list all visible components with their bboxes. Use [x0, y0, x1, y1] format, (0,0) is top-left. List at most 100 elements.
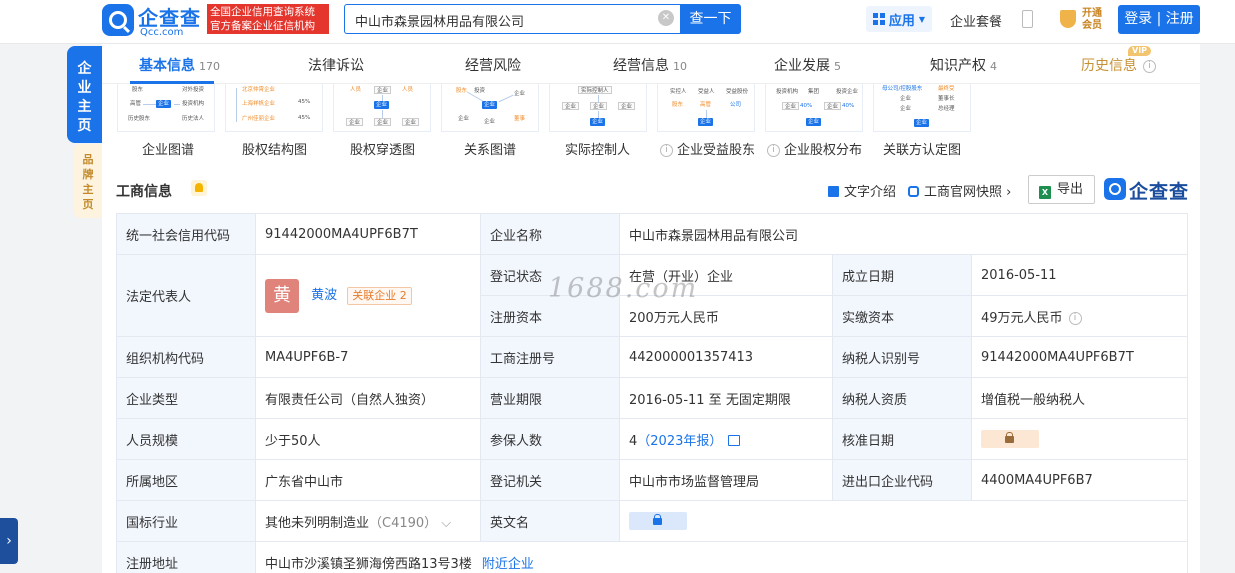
reg-authority-value: 中山市市场监督管理局 [619, 459, 833, 501]
info-icon[interactable]: i [1068, 311, 1082, 325]
graph-label: 企业股权分布 [784, 143, 863, 158]
vip-tag: VIP [1128, 46, 1152, 56]
paid-capital-label: 实缴资本 [832, 295, 972, 337]
chevron-down-icon[interactable]: ⌵ [441, 516, 451, 531]
graph-thumb-equity[interactable]: 北京仲霄企业 45% 上海祥帆企业 广州佳丽企业 45% [225, 84, 323, 132]
paid-capital-value: 49万元人民币 [981, 310, 1063, 326]
insured-label: 参保人数 [480, 418, 620, 460]
text-intro-label: 文字介绍 [844, 185, 897, 200]
related-company-badge[interactable]: 关联企业 2 [347, 286, 412, 305]
credit-code-label: 统一社会信用代码 [116, 213, 256, 255]
side-tab-company-home[interactable]: 企 业 主 页 [67, 46, 102, 143]
industry-value: 其他未列明制造业 [265, 515, 370, 531]
graph-label[interactable]: 企业图谱 [142, 139, 194, 158]
legal-rep-cell: 黄 黄波 关联企业 2 [255, 254, 481, 337]
expand-panel-handle[interactable]: › [0, 518, 18, 564]
tab-label: 企业发展 [774, 58, 830, 74]
graph-thumb-related-party[interactable]: 母公司/控股股东 最终受 企业 董事长 企业 总经理 企业 [873, 84, 971, 132]
lock-icon[interactable] [981, 430, 1039, 448]
side-brand-char: 页 [82, 198, 94, 211]
app-menu-button[interactable]: 应用 ▼ [866, 6, 932, 32]
tab-history[interactable]: 历史信息 i [1081, 55, 1156, 75]
graph-label[interactable]: 关系图谱 [464, 139, 516, 158]
avatar: 黄 [265, 278, 299, 313]
tab-legal[interactable]: 法律诉讼 [308, 55, 364, 75]
qcc-logo-icon[interactable] [102, 4, 134, 36]
graph-thumb-penetration[interactable]: 人员 企业 人员 企业 企业 企业 企业 [333, 84, 431, 132]
document-icon [828, 186, 839, 197]
qcc-brand-text: 企查查 [1129, 181, 1190, 203]
tab-basic-info[interactable]: 基本信息 170 [139, 55, 220, 75]
insured-year-link[interactable]: （2023年报） [637, 434, 722, 449]
export-button[interactable]: X 导出 [1028, 175, 1095, 204]
table-row: 注册地址 中山市沙溪镇圣狮海傍西路13号3楼 附近企业 [116, 541, 1188, 573]
industry-code: （C4190） [369, 515, 438, 531]
lock-icon[interactable] [629, 512, 687, 530]
reg-authority-label: 登记机关 [480, 459, 620, 501]
clear-search-icon[interactable]: ✕ [658, 10, 674, 26]
export-label: 导出 [1057, 182, 1084, 197]
address-cell: 中山市沙溪镇圣狮海傍西路13号3楼 附近企业 [255, 541, 1188, 573]
info-icon: i [1143, 59, 1156, 73]
search-input[interactable]: 中山市森景园林用品有限公司 [344, 4, 680, 34]
graph-thumb-controller[interactable]: 实际控制人 企业 企业 企业 企业 [549, 84, 647, 132]
tab-label: 经营风险 [465, 58, 521, 74]
graph-label[interactable]: 实际控制人 [565, 139, 630, 158]
graph-label-with-info[interactable]: i 企业股权分布 [767, 139, 862, 158]
side-main-char: 企 [77, 61, 92, 77]
tab-risk[interactable]: 经营风险 [465, 55, 521, 75]
graph-label[interactable]: 股权结构图 [242, 139, 307, 158]
grid-icon [872, 13, 885, 25]
credit-code-value: 91442000MA4UPF6B7T [255, 213, 481, 255]
main-tabs: 基本信息 170 法律诉讼 经营风险 经营信息 10 企业发展 5 知识产权 4 历史信… [102, 44, 1200, 84]
table-row: 统一社会信用代码 91442000MA4UPF6B7T 企业名称 中山市森景园林… [116, 213, 1188, 255]
side-brand-char: 主 [82, 183, 94, 196]
logo-badge-line2: 官方备案企业征信机构 [210, 20, 315, 32]
table-row: 国标行业 其他未列明制造业（C4190） ⌵ 英文名 [116, 500, 1188, 542]
text-intro-button[interactable]: 文字介绍 [828, 181, 896, 200]
graph-label[interactable]: 股权穿透图 [350, 139, 415, 158]
mobile-app-icon[interactable] [1022, 10, 1033, 28]
region-value: 广东省中山市 [255, 459, 481, 501]
nearby-companies-link[interactable]: 附近企业 [482, 557, 534, 572]
camera-icon [908, 186, 919, 197]
table-row: 所属地区 广东省中山市 登记机关 中山市市场监督管理局 进出口企业代码 4400… [116, 459, 1188, 501]
bell-icon[interactable] [191, 180, 207, 196]
vip-open-button[interactable]: 开通 会员 [1058, 6, 1110, 34]
biz-period-label: 营业期限 [480, 377, 620, 419]
graph-label-with-info[interactable]: i 企业受益股东 [660, 139, 755, 158]
snapshot-button[interactable]: 工商官网快照 › [908, 181, 1011, 200]
table-row: 人员规模 少于50人 参保人数 4（2023年报） 核准日期 [116, 418, 1188, 460]
tab-ip[interactable]: 知识产权 4 [930, 55, 997, 75]
tab-operation[interactable]: 经营信息 10 [613, 55, 687, 75]
taxpayer-qual-label: 纳税人资质 [832, 377, 972, 419]
search-button[interactable]: 查一下 [680, 4, 741, 34]
graph-thumb-beneficiary[interactable]: 实控人 受益人 受益股份 股东 高管 公司 企业 [657, 84, 755, 132]
legal-rep-label: 法定代表人 [116, 254, 256, 337]
tab-label: 法律诉讼 [308, 58, 364, 74]
graph-thumb-enterprise[interactable]: 股东 对外投资 高管 企业 投资机构 历史股东 历史法人 [117, 84, 215, 132]
approval-date-cell [971, 418, 1188, 460]
tab-development[interactable]: 企业发展 5 [774, 55, 841, 75]
reg-capital-value: 200万元人民币 [619, 295, 833, 337]
graph-label[interactable]: 关联方认定图 [883, 139, 961, 158]
taxpayer-id-value: 91442000MA4UPF6B7T [971, 336, 1188, 378]
insured-cell: 4（2023年报） [619, 418, 833, 460]
biz-reg-no-value: 442000001357413 [619, 336, 833, 378]
graph-thumb-relation[interactable]: 股东 投资 企业 企业 企业 企业 董事 [441, 84, 539, 132]
graph-thumb-distribution[interactable]: 投资机构 集团 投资企业 企业 40% 企业 40% 企业 [765, 84, 863, 132]
side-tab-brand-home[interactable]: 品 牌 主 页 [74, 144, 102, 218]
vip-shield-icon [1060, 10, 1076, 28]
found-date-label: 成立日期 [832, 254, 972, 296]
tab-count: 5 [834, 60, 841, 73]
taxpayer-qual-value: 增值税一般纳税人 [971, 377, 1188, 419]
login-register-button[interactable]: 登录 | 注册 [1118, 5, 1200, 34]
enterprise-suite-link[interactable]: 企业套餐 [950, 11, 1002, 30]
tab-label: 基本信息 [139, 58, 195, 74]
graph-label: 企业受益股东 [677, 143, 756, 158]
industry-cell[interactable]: 其他未列明制造业（C4190） ⌵ [255, 500, 481, 542]
paid-capital-cell: 49万元人民币 i [971, 295, 1188, 337]
table-row: 组织机构代码 MA4UPF6B-7 工商注册号 442000001357413 … [116, 336, 1188, 378]
legal-rep-name-link[interactable]: 黄波 [311, 288, 337, 303]
chart-icon[interactable] [728, 434, 741, 446]
